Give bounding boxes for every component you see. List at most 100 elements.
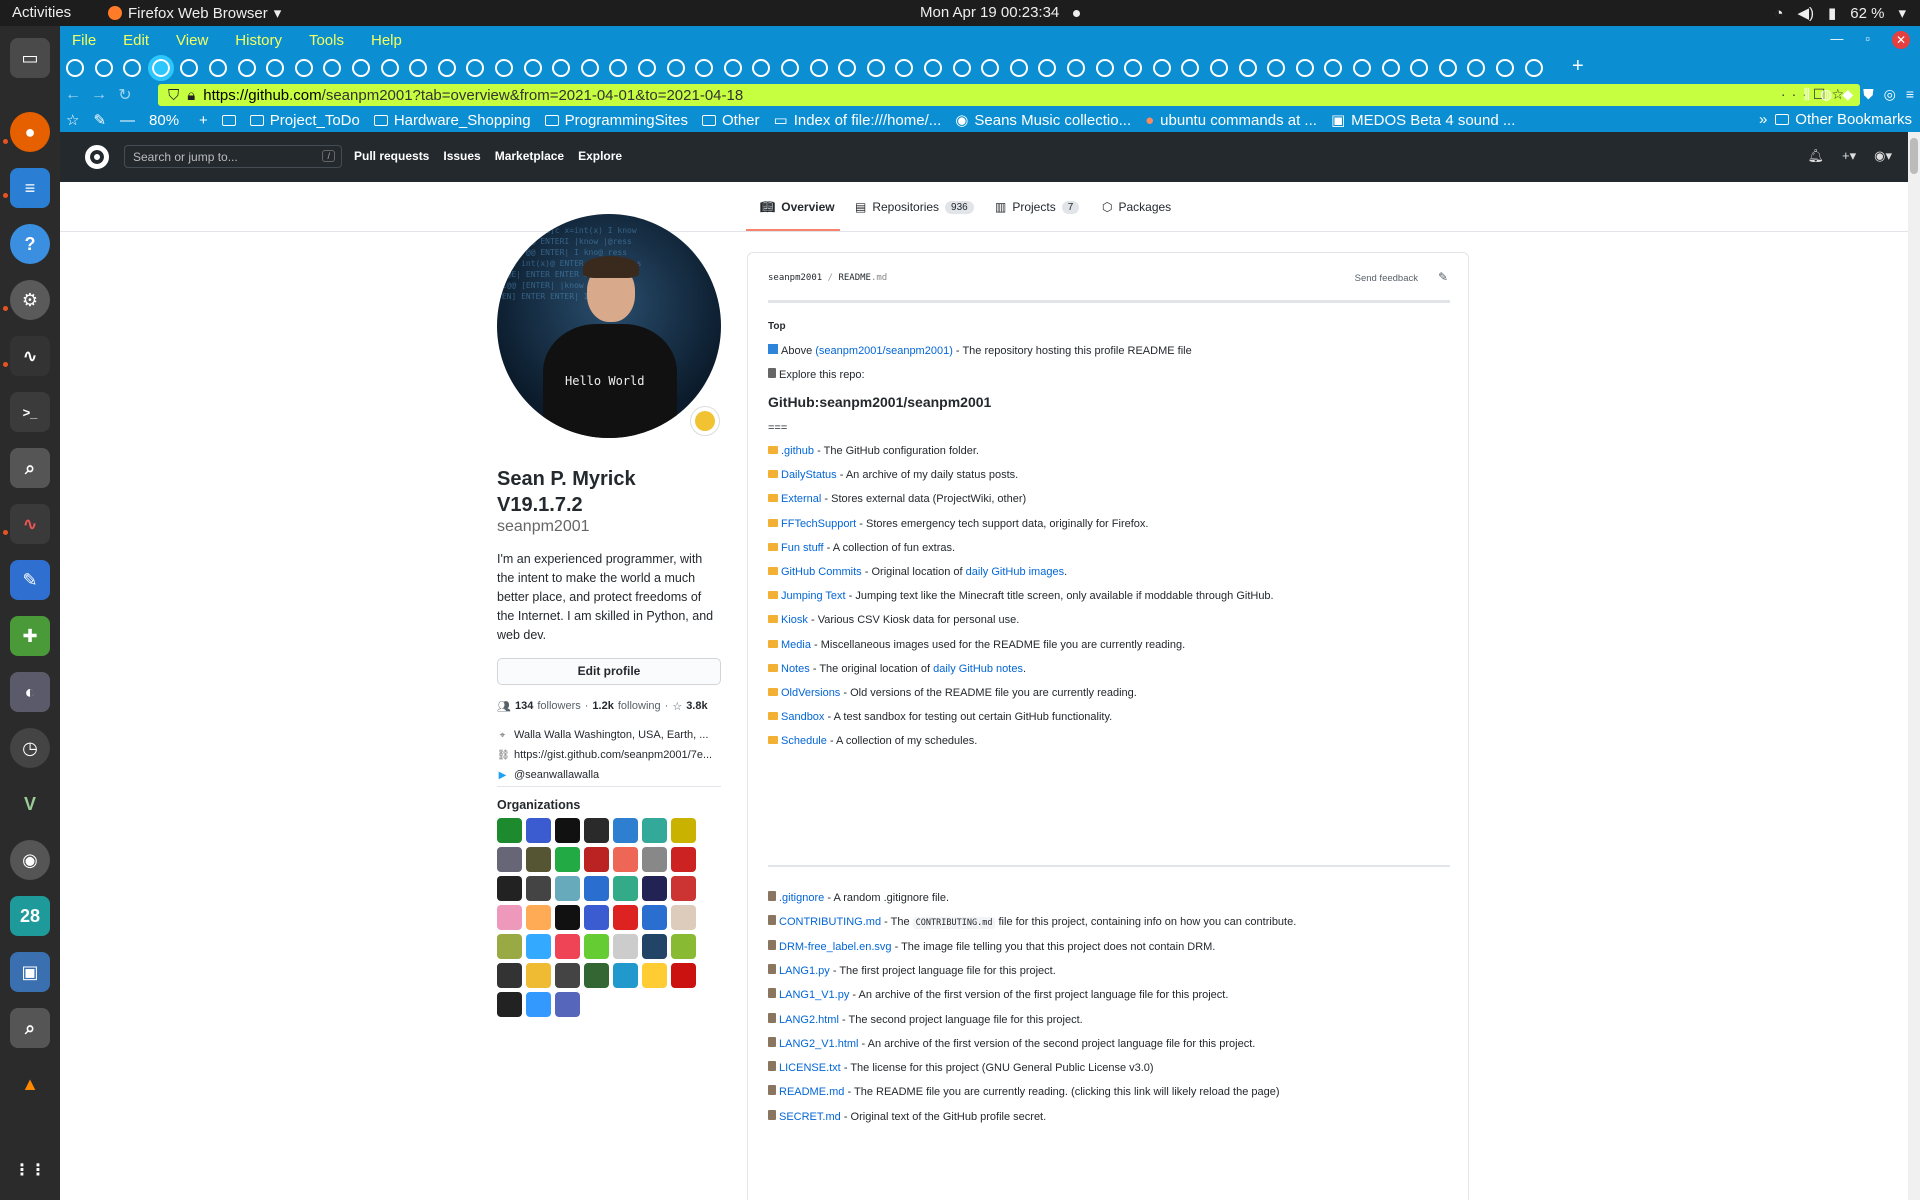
virtualbox-icon[interactable]: ▣ (10, 952, 50, 992)
system-monitor-icon[interactable]: ∿ (10, 336, 50, 376)
github-tab-icon[interactable] (723, 59, 742, 77)
edit-profile-button[interactable]: Edit profile (497, 658, 721, 685)
tweaks-icon[interactable]: ◐ (10, 672, 50, 712)
firefox-tab-icon[interactable] (94, 59, 113, 77)
organization-avatar[interactable] (526, 876, 551, 901)
activities-button[interactable]: Activities (12, 4, 71, 21)
wrench-icon[interactable]: ✎ (93, 111, 106, 129)
organization-avatar[interactable] (526, 992, 551, 1017)
library-icon[interactable]: ⫼ (1804, 86, 1810, 103)
settings-icon[interactable]: ⚙ (10, 280, 50, 320)
folder-link[interactable]: Schedule (781, 735, 827, 747)
organization-avatar[interactable] (642, 934, 667, 959)
github-tab-icon[interactable] (1438, 59, 1457, 77)
menu-icon[interactable]: ≡ (1906, 86, 1914, 103)
github-tab-icon[interactable] (1038, 59, 1057, 77)
organization-avatar[interactable] (526, 934, 551, 959)
avatar[interactable]: c@E, l IIE]c x=int(x) I know p@E: l@ ENT… (497, 214, 721, 438)
magnifier-icon[interactable]: ⌕ (10, 1008, 50, 1048)
organization-avatar[interactable] (613, 934, 638, 959)
github-tab-icon[interactable] (981, 59, 1000, 77)
send-feedback-link[interactable]: Send feedback (1355, 273, 1418, 284)
bookmark-programming-sites[interactable]: ProgrammingSites (544, 112, 688, 129)
github-tab-icon[interactable] (266, 59, 285, 77)
menu-bookmarks[interactable]: Tools (309, 32, 344, 49)
website-text[interactable]: https://gist.github.com/seanpm2001/7e... (514, 749, 712, 761)
folder-icon[interactable] (221, 114, 236, 126)
account-icon[interactable]: ◍ (1820, 86, 1832, 103)
organization-avatar[interactable] (671, 905, 696, 930)
twitter-text[interactable]: @seanwallawalla (514, 769, 599, 781)
bookmark-project-todo[interactable]: Project_ToDo (249, 112, 360, 129)
organization-avatar[interactable] (671, 934, 696, 959)
above-link[interactable]: (seanpm2001/seanpm2001) (815, 345, 953, 357)
following-label[interactable]: following (618, 700, 661, 713)
scrollbar-thumb[interactable] (1910, 138, 1918, 174)
github-tab-icon[interactable] (466, 59, 485, 77)
github-tab-icon[interactable] (781, 59, 799, 77)
github-tab-icon[interactable] (437, 59, 456, 77)
github-tab-icon[interactable] (147, 55, 174, 81)
github-tab-icon[interactable] (1410, 59, 1429, 77)
organization-avatar[interactable] (642, 963, 667, 988)
disk-icon[interactable]: ◉ (10, 840, 50, 880)
github-ext-icon[interactable]: ◎ (1884, 86, 1896, 103)
back-icon[interactable]: ← (60, 86, 86, 104)
menu-view[interactable]: View (176, 32, 208, 49)
folder-link[interactable]: Notes (781, 663, 810, 675)
text-editor-icon[interactable]: ✎ (10, 560, 50, 600)
github-tab-icon[interactable] (1467, 59, 1486, 77)
terminal-icon[interactable]: >_ (10, 392, 50, 432)
github-tab-icon[interactable] (666, 59, 685, 77)
organization-avatar[interactable] (584, 847, 609, 872)
github-tab-icon[interactable] (237, 59, 256, 77)
menu-tools[interactable]: Help (371, 32, 402, 49)
followers-count[interactable]: 134 (515, 700, 533, 713)
bookmark-star-icon[interactable]: ☆ (66, 111, 79, 129)
github-tab-icon[interactable] (580, 59, 599, 77)
forward-icon[interactable]: → (86, 86, 112, 104)
reload-icon[interactable]: ↻ (112, 85, 138, 105)
github-tab-icon[interactable] (952, 59, 971, 77)
github-tab-icon[interactable] (924, 59, 942, 77)
waveform-icon[interactable]: ∿ (10, 504, 50, 544)
clock-icon[interactable]: ◷ (10, 728, 50, 768)
search-input[interactable]: Search or jump to... / (124, 145, 342, 168)
github-tab-icon[interactable] (323, 59, 342, 77)
folder-link[interactable]: External (781, 493, 821, 505)
bookmark-medos[interactable]: ▣ MEDOS Beta 4 sound ... (1331, 111, 1515, 130)
folder-link[interactable]: OldVersions (781, 687, 840, 699)
organization-avatar[interactable] (613, 876, 638, 901)
tab-packages[interactable]: ⬡ Packages (1102, 200, 1171, 214)
organization-avatar[interactable] (497, 934, 522, 959)
organization-avatar[interactable] (613, 963, 638, 988)
menu-history[interactable]: History (235, 32, 282, 49)
github-tab-icon[interactable] (294, 59, 313, 77)
bookmark-hardware-shopping[interactable]: Hardware_Shopping (373, 112, 531, 129)
folder-link[interactable]: Media (781, 639, 811, 651)
url-field[interactable]: ⛉ 🔒︎ https://github.com/seanpm2001?tab=o… (158, 84, 1860, 106)
github-tab-icon[interactable] (1181, 59, 1200, 77)
status-emoji-icon[interactable] (690, 406, 720, 436)
github-tab-icon[interactable] (1324, 59, 1343, 77)
organization-avatar[interactable] (584, 818, 609, 843)
organization-avatar[interactable] (526, 905, 551, 930)
ublock-icon[interactable]: ⛊ (1863, 86, 1874, 103)
readme-file[interactable]: README (838, 273, 871, 283)
close-icon[interactable]: ✕ (1892, 31, 1910, 49)
chevron-right-icon[interactable]: » (1759, 111, 1767, 128)
organization-avatar[interactable] (584, 963, 609, 988)
github-tab-icon[interactable] (1381, 59, 1400, 77)
github-tab-icon[interactable] (609, 59, 628, 77)
followers-label[interactable]: followers (537, 700, 580, 713)
tab-projects[interactable]: ▥ Projects 7 (995, 200, 1080, 214)
organization-avatar[interactable] (642, 876, 667, 901)
new-tab-icon[interactable]: + (1572, 55, 1584, 78)
organization-avatar[interactable] (584, 934, 609, 959)
github-tab-icon[interactable] (838, 59, 857, 77)
github-tab-icon[interactable] (1267, 59, 1286, 77)
extension-icon[interactable]: ◆ (1842, 86, 1853, 103)
app-grid-icon[interactable]: ⋮⋮ (10, 1150, 50, 1190)
nav-issues[interactable]: Issues (443, 149, 480, 163)
github-tab-icon[interactable] (866, 59, 885, 77)
